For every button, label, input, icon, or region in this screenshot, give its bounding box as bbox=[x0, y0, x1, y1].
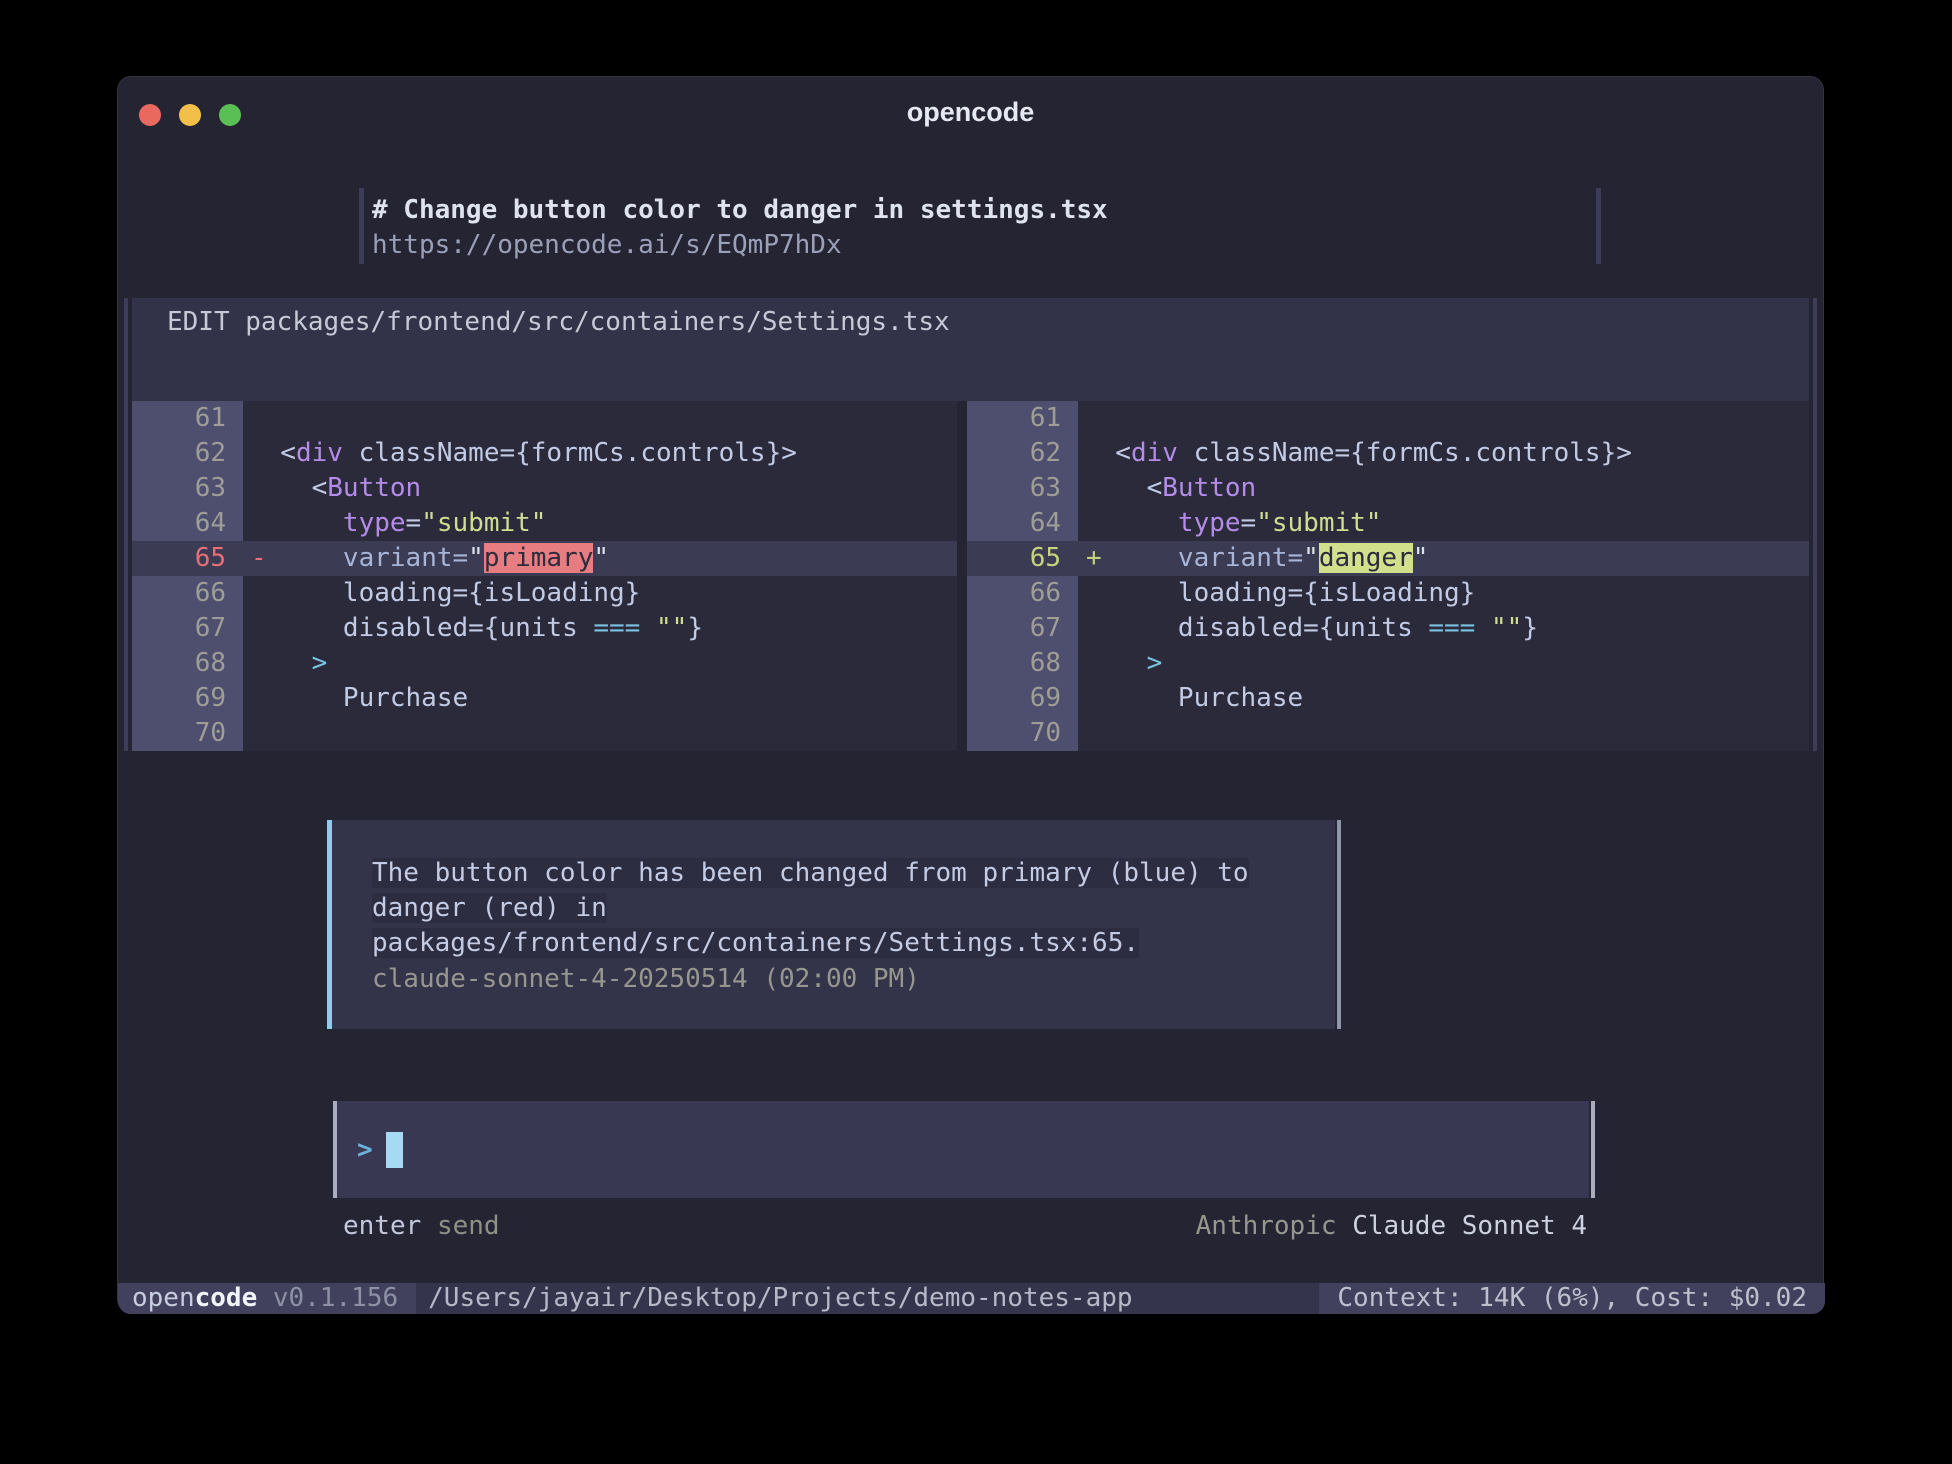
working-directory: /Users/jayair/Desktop/Projects/demo-note… bbox=[416, 1283, 1319, 1314]
code-line: > bbox=[243, 646, 957, 681]
code-line: > bbox=[1078, 646, 1809, 681]
code-line bbox=[243, 401, 957, 436]
line-number: 62 bbox=[132, 436, 243, 471]
app-version-chip: opencode v0.1.156 bbox=[118, 1283, 416, 1314]
hint-key: enter bbox=[343, 1211, 421, 1241]
line-number: 68 bbox=[967, 646, 1078, 681]
code-line: <Button bbox=[243, 471, 957, 506]
hint-action: send bbox=[437, 1211, 500, 1241]
prompt-input[interactable] bbox=[337, 1101, 1589, 1198]
line-number: 61 bbox=[967, 401, 1078, 436]
desktop-background: opencode # Change button color to danger… bbox=[0, 0, 1952, 1464]
message-line: packages/frontend/src/containers/Setting… bbox=[372, 926, 1139, 961]
code-line: Purchase bbox=[243, 681, 957, 716]
model-indicator: Anthropic Claude Sonnet 4 bbox=[1196, 1212, 1587, 1240]
context-cost-chip: Context: 14K (6%), Cost: $0.02 bbox=[1319, 1283, 1825, 1314]
prompt-left-bar bbox=[359, 188, 364, 264]
line-number: 69 bbox=[967, 681, 1078, 716]
share-url: https://opencode.ai/s/EQmP7hDx bbox=[372, 229, 842, 262]
line-number: 64 bbox=[132, 506, 243, 541]
added-line-marker: + bbox=[1086, 541, 1102, 576]
block-indicator-line-right bbox=[1813, 298, 1817, 751]
edit-action-label: EDIT bbox=[167, 307, 230, 337]
line-number: 62 bbox=[967, 436, 1078, 471]
line-number: 67 bbox=[967, 611, 1078, 646]
prompt-chevron: > bbox=[357, 1135, 373, 1165]
prompt-title: # Change button color to danger in setti… bbox=[372, 194, 1108, 227]
input-right-border bbox=[1591, 1101, 1595, 1198]
code-line: disabled={units === ""} bbox=[1078, 611, 1809, 646]
diff-pane-after: 6162 <div className={formCs.controls}>63… bbox=[967, 401, 1809, 751]
block-indicator-line bbox=[124, 298, 128, 751]
message-line: The button color has been changed from p… bbox=[372, 856, 1249, 891]
code-line: <div className={formCs.controls}> bbox=[243, 436, 957, 471]
code-line bbox=[243, 716, 957, 751]
line-number: 65 bbox=[967, 541, 1078, 576]
line-number: 70 bbox=[967, 716, 1078, 751]
code-line: disabled={units === ""} bbox=[243, 611, 957, 646]
code-line: Purchase bbox=[1078, 681, 1809, 716]
code-line: <Button bbox=[1078, 471, 1809, 506]
message-line: danger (red) in bbox=[372, 891, 607, 926]
keybind-hint: enter send bbox=[343, 1212, 500, 1240]
line-number: 66 bbox=[967, 576, 1078, 611]
diff-pane-before: 6162 <div className={formCs.controls}>63… bbox=[132, 401, 957, 751]
code-line: loading={isLoading} bbox=[243, 576, 957, 611]
code-line: <div className={formCs.controls}> bbox=[1078, 436, 1809, 471]
code-line: loading={isLoading} bbox=[1078, 576, 1809, 611]
removed-line-marker: - bbox=[251, 541, 267, 576]
code-line bbox=[1078, 401, 1809, 436]
model-label: Claude Sonnet 4 bbox=[1352, 1211, 1587, 1241]
input-prompt-row[interactable]: > bbox=[357, 1101, 403, 1198]
line-number: 65 bbox=[132, 541, 243, 576]
message-model-timestamp: claude-sonnet-4-20250514 (02:00 PM) bbox=[372, 962, 920, 997]
opencode-window: opencode # Change button color to danger… bbox=[117, 76, 1824, 1313]
status-bar: opencode v0.1.156 /Users/jayair/Desktop/… bbox=[118, 1283, 1825, 1314]
code-line: type="submit" bbox=[1078, 506, 1809, 541]
line-number: 67 bbox=[132, 611, 243, 646]
edit-file-sep bbox=[230, 307, 246, 337]
line-number: 61 bbox=[132, 401, 243, 436]
provider-label: Anthropic bbox=[1196, 1211, 1337, 1241]
text-cursor bbox=[386, 1132, 403, 1168]
line-number: 63 bbox=[132, 471, 243, 506]
message-right-border bbox=[1337, 820, 1341, 1029]
line-number: 70 bbox=[132, 716, 243, 751]
line-number: 68 bbox=[132, 646, 243, 681]
line-number: 69 bbox=[132, 681, 243, 716]
line-number: 63 bbox=[967, 471, 1078, 506]
window-title: opencode bbox=[118, 97, 1823, 128]
code-line bbox=[1078, 716, 1809, 751]
code-line: - variant="primary" bbox=[243, 541, 957, 576]
code-line: type="submit" bbox=[243, 506, 957, 541]
line-number: 64 bbox=[967, 506, 1078, 541]
code-line: + variant="danger" bbox=[1078, 541, 1809, 576]
edit-tool-header: EDIT packages/frontend/src/containers/Se… bbox=[132, 298, 1809, 401]
prompt-right-bar bbox=[1596, 188, 1601, 264]
line-number: 66 bbox=[132, 576, 243, 611]
edit-file-path: packages/frontend/src/containers/Setting… bbox=[245, 307, 949, 337]
